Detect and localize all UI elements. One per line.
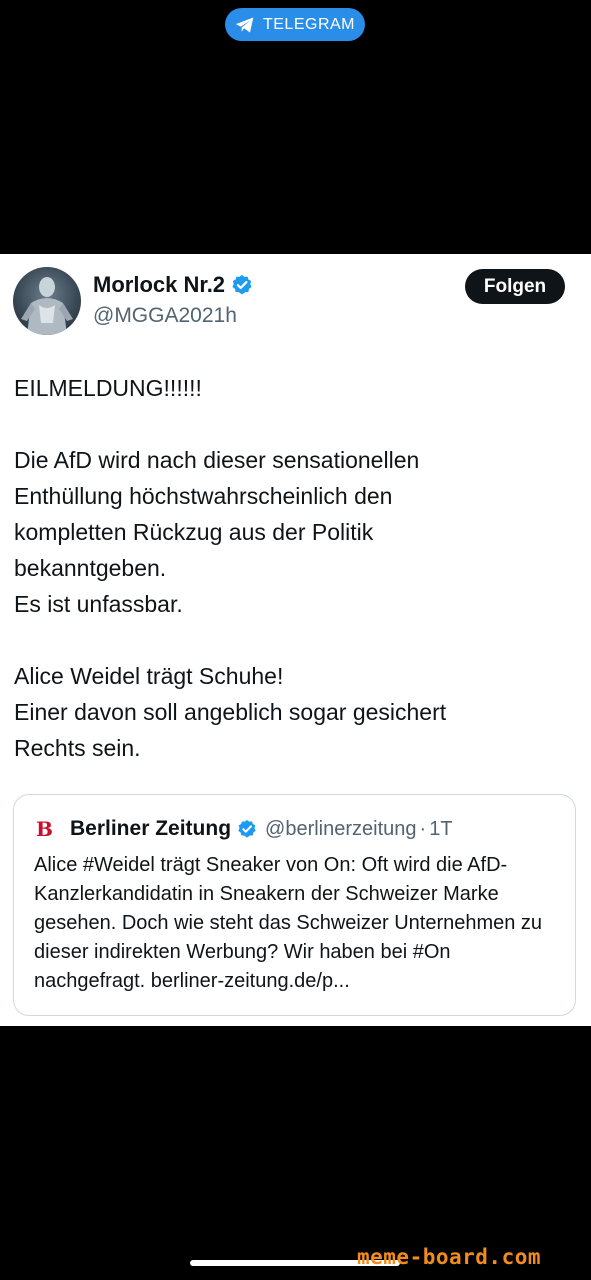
author-handle[interactable]: @MGGA2021h bbox=[93, 304, 237, 328]
tweet-text: EILMELDUNG!!!!!! Die AfD wird nach diese… bbox=[14, 370, 579, 766]
tweet-line: Alice Weidel trägt Schuhe! bbox=[14, 663, 284, 689]
verified-badge-icon bbox=[238, 819, 256, 838]
telegram-plane-icon bbox=[235, 17, 254, 32]
separator-dot: · bbox=[419, 817, 427, 840]
quoted-author-handle: @berlinerzeitung bbox=[265, 817, 417, 840]
watermark: meme-board.com bbox=[357, 1245, 542, 1269]
screen: TELEGRAM Morlock Nr.2 @MGGA2021h Folgen … bbox=[0, 0, 591, 1280]
tweet-line: Rechts sein. bbox=[14, 735, 141, 761]
tweet-line: Enthüllung höchstwahrscheinlich den bbox=[14, 483, 393, 509]
tweet-card: Morlock Nr.2 @MGGA2021h Folgen EILMELDUN… bbox=[0, 254, 591, 1026]
tweet-line: Es ist unfassbar. bbox=[14, 591, 183, 617]
tweet-line: Einer davon soll angeblich sogar gesiche… bbox=[14, 699, 447, 725]
verified-badge-icon bbox=[232, 274, 252, 295]
telegram-badge[interactable]: TELEGRAM bbox=[225, 8, 365, 41]
follow-button[interactable]: Folgen bbox=[465, 269, 565, 304]
tweet-line: kompletten Rückzug aus der Politik bbox=[14, 519, 374, 545]
quoted-tweet-text: Alice #Weidel trägt Sneaker von On: Oft … bbox=[34, 854, 543, 992]
berliner-zeitung-logo-icon: B bbox=[36, 817, 53, 841]
quoted-tweet-header: B Berliner Zeitung @berlinerzeitung · 1T bbox=[36, 817, 453, 841]
avatar[interactable] bbox=[13, 267, 81, 335]
quoted-author-name: Berliner Zeitung bbox=[70, 817, 232, 840]
quoted-timestamp: 1T bbox=[429, 817, 453, 840]
author-name: Morlock Nr.2 bbox=[93, 272, 226, 297]
tweet-line: EILMELDUNG!!!!!! bbox=[14, 375, 202, 401]
tweet-line: Die AfD wird nach dieser sensationellen bbox=[14, 447, 420, 473]
tweet-line: bekanntgeben. bbox=[14, 555, 167, 581]
author-name-row[interactable]: Morlock Nr.2 bbox=[93, 272, 253, 298]
quoted-tweet[interactable]: B Berliner Zeitung @berlinerzeitung · 1T… bbox=[13, 794, 576, 1016]
avatar-figure-icon bbox=[21, 277, 73, 335]
telegram-label: TELEGRAM bbox=[262, 15, 355, 33]
